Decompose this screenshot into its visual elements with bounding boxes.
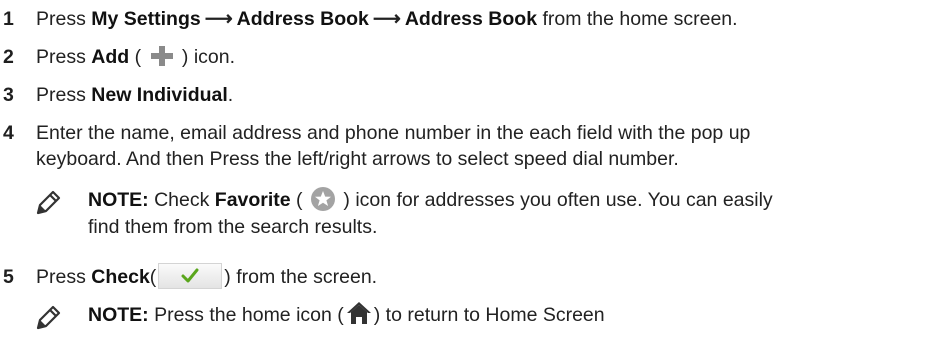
star-icon — [310, 186, 336, 212]
home-icon — [346, 301, 372, 325]
step-text: Press Check() from the screen. — [36, 262, 916, 291]
pencil-note-icon — [36, 189, 62, 215]
arrow: ⟶ — [204, 8, 233, 30]
note-text: NOTE: Check Favorite ( ) icon for addres… — [88, 186, 918, 241]
step-text: Press My Settings ⟶ Address Book ⟶ Address B… — [36, 8, 738, 30]
step-number: 1 — [3, 8, 14, 30]
step-number: 2 — [3, 46, 14, 68]
favorite-label: Favorite — [214, 189, 291, 211]
new-individual-label: New Individual — [91, 84, 228, 106]
menu-address-book: Address Book — [236, 8, 369, 30]
note-text: NOTE: Press the home icon () to return t… — [88, 301, 918, 329]
add-label: Add — [91, 46, 130, 68]
arrow: ⟶ — [372, 8, 401, 30]
menu-my-settings: My Settings — [91, 8, 201, 30]
step-number: 3 — [3, 84, 14, 106]
plus-icon — [149, 44, 175, 68]
checkmark-icon — [158, 262, 223, 289]
step-text: Press Add ( ) icon. — [36, 44, 916, 70]
step-number: 5 — [3, 266, 14, 288]
step-text: Press New Individual. — [36, 84, 234, 106]
step-text: Enter the name, email address and phone … — [36, 122, 751, 170]
pencil-note-icon — [36, 304, 62, 330]
menu-address-book-sub: Address Book — [404, 8, 538, 30]
step-number: 4 — [3, 122, 14, 144]
check-label: Check — [91, 266, 150, 288]
